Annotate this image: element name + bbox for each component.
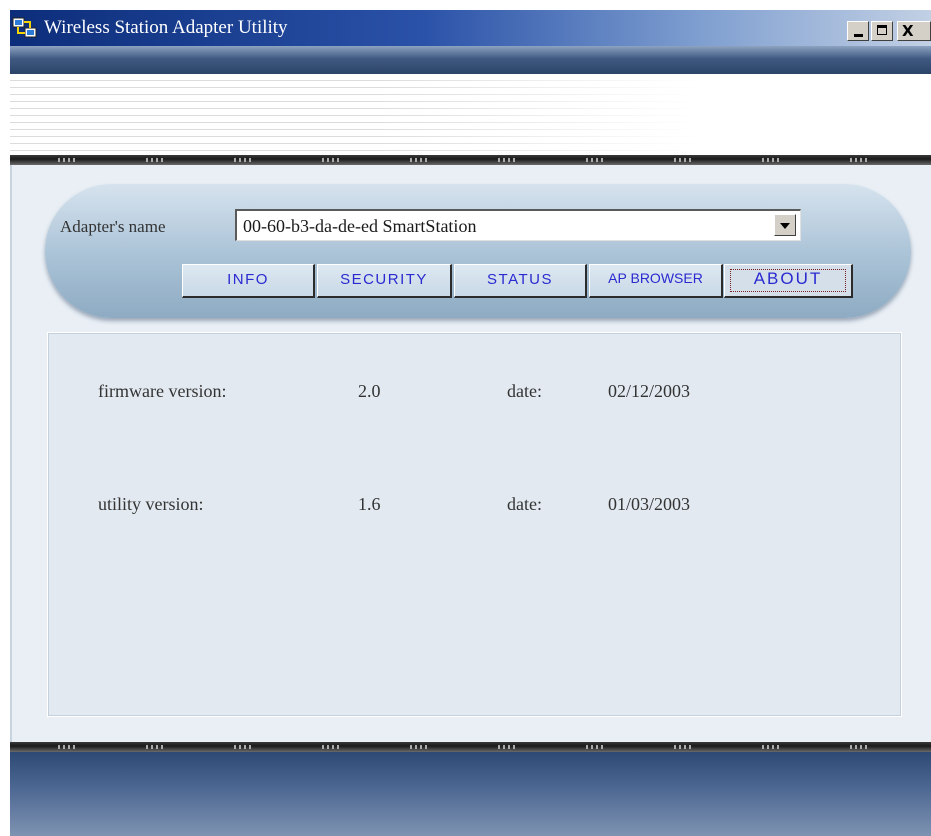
firmware-date-value: 02/12/2003 (608, 381, 691, 401)
firmware-date-label: date: (507, 381, 542, 401)
utility-date-value: 01/03/2003 (608, 494, 691, 514)
window-title: Wireless Station Adapter Utility (44, 17, 288, 38)
utility-date-label: date: (507, 494, 542, 514)
app-window: Wireless Station Adapter Utility X Adapt… (10, 10, 931, 836)
title-bar[interactable]: Wireless Station Adapter Utility X (10, 10, 931, 46)
minimize-button[interactable] (847, 21, 869, 41)
bottom-rail (10, 742, 931, 752)
network-adapter-icon (12, 17, 37, 38)
tab-security[interactable]: SECURITY (317, 264, 452, 298)
footer-band (10, 752, 931, 836)
close-icon: X (902, 22, 914, 40)
close-button[interactable]: X (897, 21, 931, 41)
top-rail (10, 155, 931, 165)
adapter-select-value: 00-60-b3-da-de-ed SmartStation (243, 216, 477, 236)
tab-info[interactable]: INFO (182, 264, 315, 298)
tab-ap-browser[interactable]: AP BROWSER (589, 264, 723, 298)
tab-about[interactable]: ABOUT (724, 264, 853, 298)
utility-version-value: 1.6 (358, 494, 381, 514)
tab-about-label: ABOUT (753, 269, 823, 288)
tab-status[interactable]: STATUS (454, 264, 587, 298)
chevron-down-icon (780, 223, 790, 229)
maximize-icon (877, 25, 887, 35)
adapter-select[interactable]: 00-60-b3-da-de-ed SmartStation (235, 209, 801, 241)
minimize-icon (854, 34, 863, 37)
firmware-version-label: firmware version: (98, 381, 227, 401)
dropdown-button[interactable] (774, 214, 796, 236)
adapter-name-label: Adapter's name (60, 217, 166, 236)
header-stripes (10, 74, 931, 156)
maximize-button[interactable] (871, 21, 893, 41)
firmware-version-value: 2.0 (358, 381, 381, 401)
header-band (10, 46, 931, 74)
utility-version-label: utility version: (98, 494, 204, 514)
